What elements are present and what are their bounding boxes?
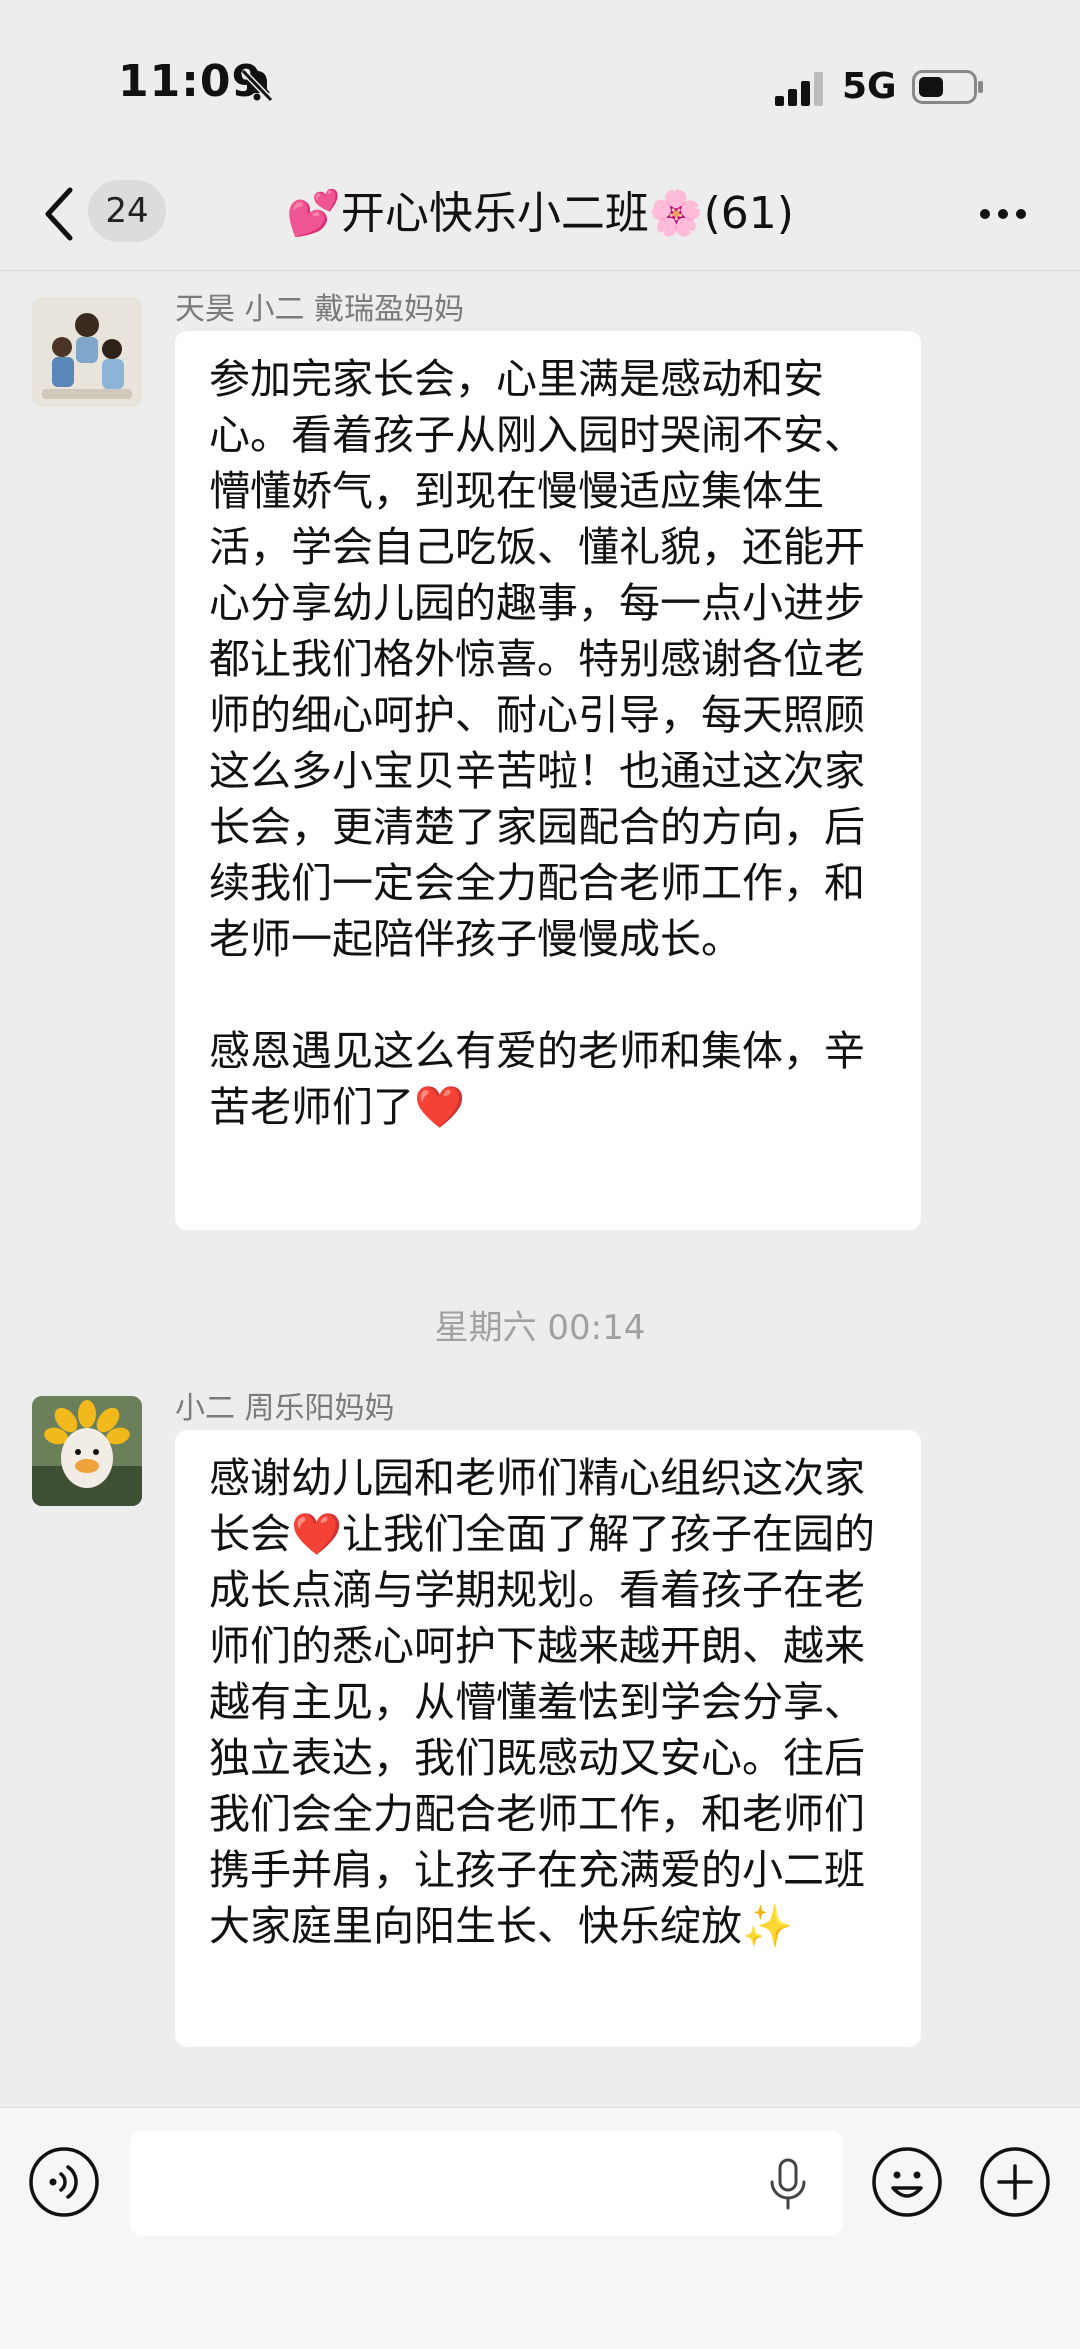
- chat-header: 24 💕开心快乐小二班🌸(61): [0, 170, 1080, 271]
- time-divider: 星期六 00:14: [434, 1308, 646, 1348]
- avatar[interactable]: [32, 297, 142, 407]
- input-bar: [0, 2107, 1080, 2349]
- microphone-icon[interactable]: [763, 2156, 813, 2212]
- unread-badge[interactable]: 24: [88, 180, 166, 242]
- more-dots-icon[interactable]: [978, 194, 1028, 234]
- message-input[interactable]: [130, 2130, 843, 2236]
- bell-slash-icon: [240, 68, 274, 103]
- chevron-left-icon[interactable]: [40, 184, 80, 244]
- emoji-icon[interactable]: [871, 2146, 943, 2218]
- status-bar: 11:09 5G: [0, 0, 1080, 170]
- sender-name: 天昊 小二 戴瑞盈妈妈: [175, 292, 465, 327]
- network-label: 5G: [842, 66, 897, 107]
- voice-input-icon[interactable]: [28, 2146, 100, 2218]
- plus-icon[interactable]: [979, 2146, 1051, 2218]
- signal-icon: [775, 72, 823, 106]
- message-bubble[interactable]: 感谢幼儿园和老师们精心组织这次家长会❤️让我们全面了解了孩子在园的成长点滴与学期…: [175, 1430, 921, 2047]
- avatar[interactable]: [32, 1396, 142, 1506]
- chat-title[interactable]: 💕开心快乐小二班🌸(61): [270, 184, 810, 244]
- battery-icon: [912, 70, 983, 104]
- message-bubble[interactable]: 参加完家长会，心里满是感动和安心。看着孩子从刚入园时哭闹不安、懵懂娇气，到现在慢…: [175, 331, 921, 1230]
- sender-name: 小二 周乐阳妈妈: [175, 1391, 395, 1426]
